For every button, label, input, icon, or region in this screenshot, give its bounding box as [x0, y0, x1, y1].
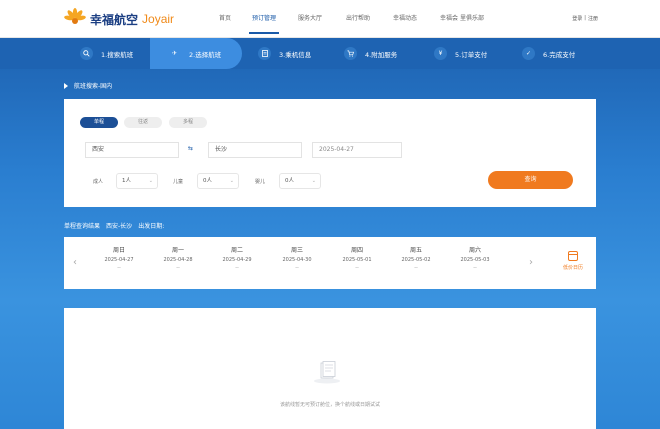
weekday: 周三: [290, 247, 303, 254]
date: 2025-04-30: [282, 257, 312, 263]
yen-icon: ¥: [434, 47, 447, 60]
price: --: [176, 265, 180, 271]
child-count-select[interactable]: 0人 ⌄: [197, 173, 239, 189]
departure-city-input[interactable]: 西安: [85, 142, 179, 158]
empty-message: 该航线暂无可预订舱位，换个航线或日期试试: [279, 402, 380, 408]
date: 2025-04-29: [222, 257, 252, 263]
nav-booking[interactable]: 预订管理: [249, 0, 279, 38]
result-header: 单程查询结果 西安-长沙 出发日期:: [64, 221, 170, 230]
step-label: 4.附加服务: [365, 50, 398, 59]
price: --: [117, 265, 121, 271]
date: 2025-05-02: [401, 257, 431, 263]
weekday: 周六: [468, 247, 481, 254]
infant-count-value: 0人: [285, 178, 294, 184]
adult-label: 成人: [93, 179, 104, 185]
register-link[interactable]: 注册: [588, 15, 598, 22]
result-route: 西安-长沙: [106, 223, 133, 230]
price: --: [473, 265, 477, 271]
search-button[interactable]: 查询: [488, 171, 573, 189]
departure-date-input[interactable]: 2025-04-27: [312, 142, 402, 158]
infant-label: 婴儿: [255, 179, 266, 185]
chevron-down-icon: ⌄: [311, 178, 316, 184]
section-title: 航班搜索-国内: [64, 81, 112, 90]
date-cell[interactable]: 周三 2025-04-30 --: [272, 245, 322, 271]
result-date-label: 出发日期:: [138, 223, 165, 230]
calendar-icon: [568, 251, 578, 261]
weekday: 周一: [171, 247, 184, 254]
date: 2025-04-28: [163, 257, 193, 263]
sun-flower-logo-icon: [64, 8, 86, 24]
section-title-text: 航班搜索-国内: [74, 83, 113, 90]
date: 2025-05-03: [460, 257, 490, 263]
result-type-label: 单程查询结果: [64, 223, 101, 230]
nav-news[interactable]: 幸福动态: [390, 0, 420, 38]
weekday: 周二: [230, 247, 243, 254]
brand-name-en: Joyair: [142, 12, 175, 26]
document-icon: [258, 47, 271, 60]
calendar-label: 低价日历: [562, 265, 583, 271]
cart-icon: [344, 47, 357, 60]
nav-club[interactable]: 幸福会 里俱乐部: [432, 0, 492, 38]
link-separator: |: [584, 15, 586, 21]
price: --: [295, 265, 299, 271]
step-search: 1.搜索航班: [80, 38, 133, 69]
date: 2025-05-01: [342, 257, 372, 263]
price: --: [414, 265, 418, 271]
step-label: 6.完成支付: [543, 50, 576, 59]
step-extra-services: 4.附加服务: [344, 38, 397, 69]
step-label: 2.选择航班: [189, 50, 222, 59]
date-cell[interactable]: 周二 2025-04-29 --: [212, 245, 262, 271]
brand-logo[interactable]: 幸福航空 Joyair: [64, 8, 174, 30]
empty-document-icon: [314, 361, 340, 384]
user-links: 登录 | 注册: [570, 15, 598, 22]
airplane-icon: ✈: [171, 50, 178, 57]
trip-roundtrip-tab[interactable]: 往返: [124, 117, 162, 128]
chevron-down-icon: ⌄: [148, 178, 153, 184]
trip-oneway-tab[interactable]: 单程: [80, 117, 118, 128]
chevron-right-icon[interactable]: ›: [529, 257, 533, 268]
step-complete-payment: ✓ 6.完成支付: [522, 38, 575, 69]
date-cell[interactable]: 周五 2025-05-02 --: [391, 245, 441, 271]
booking-steps: 1.搜索航班 ✈ 2.选择航班 3.乘机信息 4.附加服务 ¥ 5.订单支付 ✓…: [0, 38, 660, 69]
infant-count-select[interactable]: 0人 ⌄: [279, 173, 321, 189]
brand-name-cn: 幸福航空: [90, 12, 139, 27]
chevron-left-icon[interactable]: ‹: [73, 257, 77, 268]
weekday: 周日: [112, 247, 125, 254]
weekday: 周五: [409, 247, 422, 254]
chevron-down-icon: ⌄: [229, 178, 234, 184]
nav-travel-help[interactable]: 出行帮助: [343, 0, 373, 38]
adult-count-select[interactable]: 1人 ⌄: [116, 173, 158, 189]
trip-multicity-tab[interactable]: 多程: [169, 117, 207, 128]
swap-cities-icon[interactable]: ⇆: [188, 145, 193, 152]
main-nav: 首页 预订管理 服务大厅 出行帮助 幸福动态 幸福会 里俱乐部: [205, 0, 492, 38]
date-cell[interactable]: 周六 2025-05-03 --: [450, 245, 500, 271]
nav-home[interactable]: 首页: [210, 0, 240, 38]
nav-service-hall[interactable]: 服务大厅: [295, 0, 325, 38]
weekday: 周四: [350, 247, 363, 254]
search-icon: [80, 47, 93, 60]
step-label: 5.订单支付: [455, 50, 488, 59]
date-cell[interactable]: 周日 2025-04-27 --: [94, 245, 144, 271]
low-price-calendar-button[interactable]: 低价日历: [560, 251, 586, 271]
login-link[interactable]: 登录: [572, 15, 582, 22]
arrival-city-input[interactable]: 长沙: [208, 142, 302, 158]
child-count-value: 0人: [203, 178, 212, 184]
step-select-flight: ✈ 2.选择航班: [168, 38, 221, 69]
date: 2025-04-27: [104, 257, 134, 263]
triangle-right-icon: [64, 82, 68, 89]
child-label: 儿童: [173, 179, 184, 185]
step-order-payment: ¥ 5.订单支付: [434, 38, 487, 69]
date-cell[interactable]: 周一 2025-04-28 --: [153, 245, 203, 271]
check-icon: ✓: [522, 47, 535, 60]
top-bar: 幸福航空 Joyair 首页 预订管理 服务大厅 出行帮助 幸福动态 幸福会 里…: [0, 0, 660, 38]
step-label: 1.搜索航班: [101, 50, 134, 59]
step-label: 3.乘机信息: [279, 50, 312, 59]
step-passenger-info: 3.乘机信息: [258, 38, 311, 69]
price: --: [235, 265, 239, 271]
price: --: [355, 265, 359, 271]
adult-count-value: 1人: [122, 178, 131, 184]
date-cell[interactable]: 周四 2025-05-01 --: [332, 245, 382, 271]
